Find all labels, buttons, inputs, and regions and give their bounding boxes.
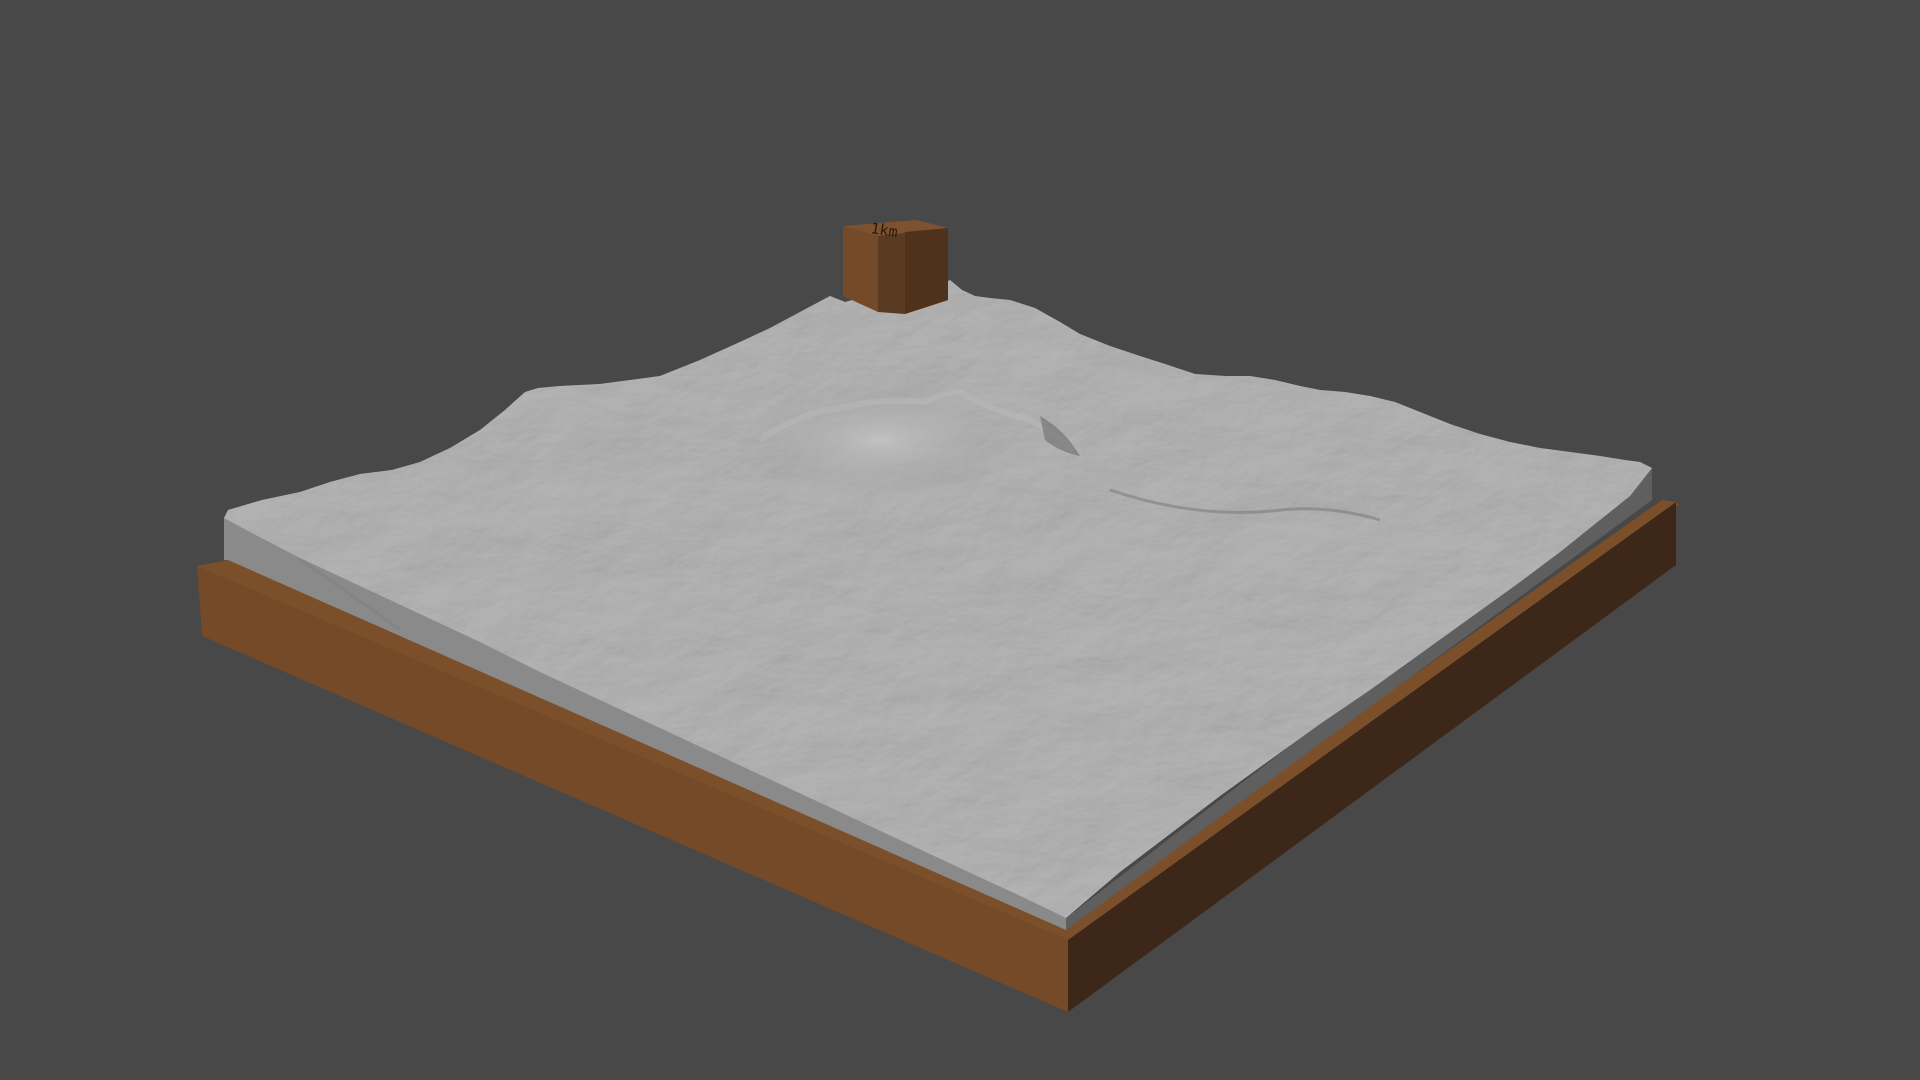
- central-peak-highlight: [730, 380, 1030, 500]
- terrain-texture: [224, 280, 1652, 918]
- cube-shading: [905, 228, 948, 314]
- 3d-viewport[interactable]: 1km: [0, 0, 1920, 1080]
- scale-cube: 1km: [843, 219, 948, 314]
- terrain-surface: [224, 280, 1652, 918]
- cube-front-face: [843, 226, 878, 312]
- terrain-scene: 1km: [197, 219, 1680, 1012]
